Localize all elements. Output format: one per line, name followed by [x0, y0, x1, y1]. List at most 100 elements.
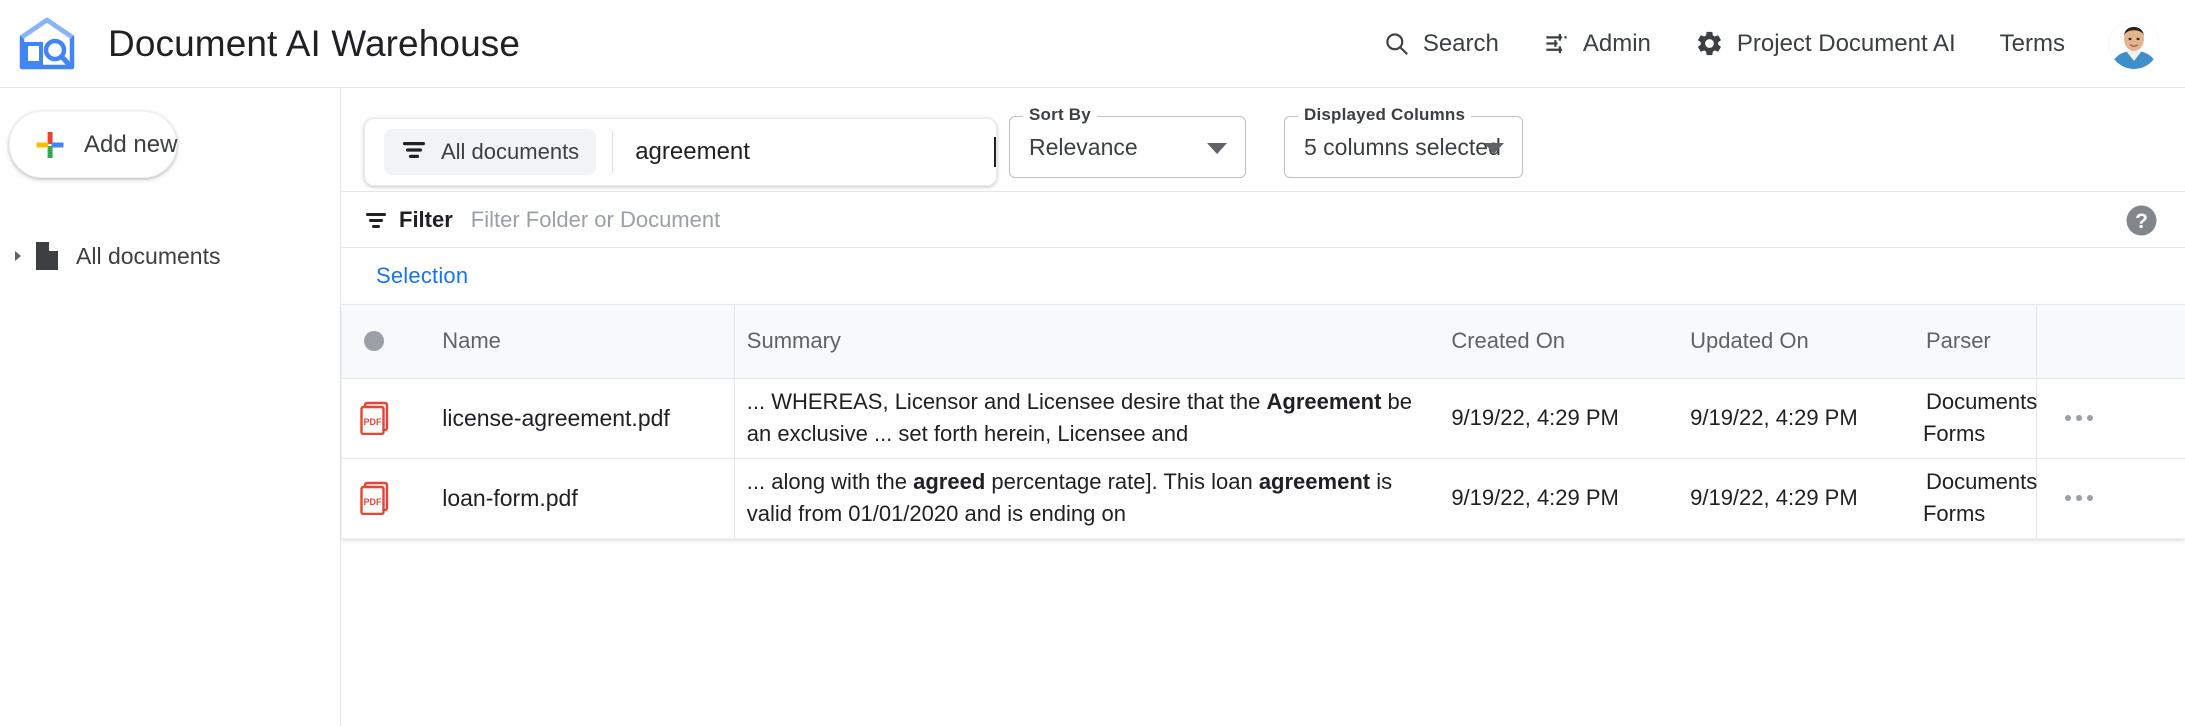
select-all-circle-icon[interactable] — [364, 331, 384, 351]
nav-terms-label: Terms — [2000, 30, 2065, 58]
row-summary-cell: ... along with the agreed percentage rat… — [734, 458, 1446, 538]
row-actions-cell — [2037, 458, 2185, 538]
nav-terms[interactable]: Terms — [2000, 30, 2065, 58]
gear-icon — [1695, 29, 1724, 58]
column-header-summary[interactable]: Summary — [734, 305, 1446, 378]
row-updated-on: 9/19/22, 4:29 PM — [1690, 405, 1858, 430]
row-summary-text: ... along with the agreed percentage rat… — [747, 466, 1439, 530]
filter-list-icon — [401, 139, 427, 166]
add-new-label: Add new — [84, 131, 177, 159]
row-file-name: license-agreement.pdf — [442, 405, 670, 431]
row-parser-cell: Documents Forms — [1923, 378, 2037, 458]
search-input[interactable] — [635, 129, 1000, 175]
search-bar[interactable]: All documents — [364, 118, 997, 186]
row-parser-cell: Documents Forms — [1923, 458, 2037, 538]
select-all-header — [342, 305, 438, 378]
more-horizontal-icon[interactable] — [2065, 495, 2101, 501]
chevron-down-icon[interactable] — [1207, 143, 1227, 154]
row-summary-cell: ... WHEREAS, Licensor and Licensee desir… — [734, 378, 1446, 458]
row-file-icon-cell: PDF — [342, 378, 438, 458]
results-table: Name Summary Created On Updated On Parse — [342, 305, 2185, 539]
column-header-name-label: Name — [442, 328, 501, 353]
summary-highlight: agreed — [913, 469, 985, 494]
search-icon — [1383, 30, 1410, 57]
top-nav: Search Admin — [1339, 19, 2185, 69]
document-icon — [34, 241, 60, 271]
summary-part: ... WHEREAS, Licensor and Licensee desir… — [747, 389, 1267, 414]
row-parser: Documents Forms — [1923, 469, 2037, 526]
nav-admin[interactable]: Admin — [1543, 30, 1651, 58]
row-created-on-cell: 9/19/22, 4:29 PM — [1446, 378, 1686, 458]
page-title: Document AI Warehouse — [108, 23, 520, 65]
top-app-bar: Document AI Warehouse Search — [0, 0, 2185, 88]
sort-by-label: Sort By — [1023, 105, 1097, 125]
row-created-on-cell: 9/19/22, 4:29 PM — [1446, 458, 1686, 538]
svg-text:PDF: PDF — [364, 497, 383, 507]
pdf-icon: PDF — [360, 401, 438, 435]
summary-part: ... along with the — [747, 469, 913, 494]
column-header-parser-label: Parser — [1926, 328, 1991, 353]
row-file-name: loan-form.pdf — [442, 485, 578, 511]
results-table-wrapper: Name Summary Created On Updated On Parse — [342, 304, 2185, 539]
table-header-row: Name Summary Created On Updated On Parse — [342, 305, 2185, 378]
column-header-parser[interactable]: Parser — [1923, 305, 2037, 378]
column-header-actions — [2037, 305, 2185, 378]
pdf-icon: PDF — [360, 481, 438, 515]
summary-highlight: Agreement — [1267, 389, 1382, 414]
row-name-cell[interactable]: loan-form.pdf — [438, 458, 734, 538]
google-plus-icon — [34, 129, 66, 161]
main-content: All documents Sort By Relevance Displaye… — [341, 88, 2185, 726]
filter-label: Filter — [399, 207, 453, 233]
sort-by-select[interactable]: Sort By Relevance — [1009, 116, 1246, 178]
svg-text:?: ? — [2135, 210, 2148, 233]
nav-search[interactable]: Search — [1383, 30, 1499, 58]
filter-bar: Filter ? — [341, 191, 2185, 248]
nav-search-label: Search — [1423, 30, 1499, 58]
sidebar-item-label: All documents — [76, 243, 220, 270]
tab-selection[interactable]: Selection — [376, 263, 468, 289]
search-scope-chip[interactable]: All documents — [384, 129, 596, 175]
avatar[interactable] — [2109, 19, 2159, 69]
column-header-created-on[interactable]: Created On — [1446, 305, 1686, 378]
search-row: All documents Sort By Relevance Displaye… — [341, 88, 2185, 191]
row-updated-on-cell: 9/19/22, 4:29 PM — [1686, 458, 1923, 538]
row-file-icon-cell: PDF — [342, 458, 438, 538]
row-updated-on: 9/19/22, 4:29 PM — [1690, 485, 1858, 510]
search-scope-label: All documents — [441, 139, 579, 165]
row-parser: Documents Forms — [1923, 389, 2037, 446]
caret-right-icon[interactable] — [5, 249, 31, 263]
summary-highlight: agreement — [1259, 469, 1370, 494]
search-divider — [612, 130, 613, 174]
sort-by-value: Relevance — [1029, 134, 1138, 161]
column-header-summary-label: Summary — [747, 328, 841, 353]
tune-icon — [1543, 30, 1570, 57]
tabs-bar: Selection — [341, 248, 2185, 304]
table-row[interactable]: PDF loan-form.pdf ... along with the agr… — [342, 458, 2185, 538]
left-sidebar: Add new All documents — [0, 88, 341, 726]
brand: Document AI Warehouse — [0, 17, 520, 71]
add-new-button[interactable]: Add new — [9, 111, 177, 178]
table-head: Name Summary Created On Updated On Parse — [342, 305, 2185, 378]
filter-input[interactable] — [471, 207, 1091, 233]
chevron-down-icon[interactable] — [1484, 143, 1504, 154]
column-header-name[interactable]: Name — [438, 305, 734, 378]
svg-text:PDF: PDF — [364, 417, 383, 427]
sidebar-item-all-documents[interactable]: All documents — [0, 236, 341, 276]
displayed-columns-select[interactable]: Displayed Columns 5 columns selected — [1284, 116, 1523, 178]
row-actions-cell — [2037, 378, 2185, 458]
table-row[interactable]: PDF license-agreement.pdf ... WHEREAS, L… — [342, 378, 2185, 458]
table-body: PDF license-agreement.pdf ... WHEREAS, L… — [342, 378, 2185, 538]
row-name-cell[interactable]: license-agreement.pdf — [438, 378, 734, 458]
more-horizontal-icon[interactable] — [2065, 415, 2101, 421]
app-root: Document AI Warehouse Search — [0, 0, 2185, 726]
column-header-updated-on[interactable]: Updated On — [1686, 305, 1923, 378]
summary-part: percentage rate]. This loan — [985, 469, 1259, 494]
filter-icon[interactable] — [364, 210, 388, 230]
column-header-updated-label: Updated On — [1690, 328, 1809, 353]
displayed-columns-value: 5 columns selected — [1304, 134, 1501, 161]
row-created-on: 9/19/22, 4:29 PM — [1451, 405, 1619, 430]
row-updated-on-cell: 9/19/22, 4:29 PM — [1686, 378, 1923, 458]
nav-project-document-ai[interactable]: Project Document AI — [1695, 29, 1956, 58]
help-circle-icon[interactable]: ? — [2125, 204, 2158, 242]
column-header-created-label: Created On — [1451, 328, 1565, 353]
